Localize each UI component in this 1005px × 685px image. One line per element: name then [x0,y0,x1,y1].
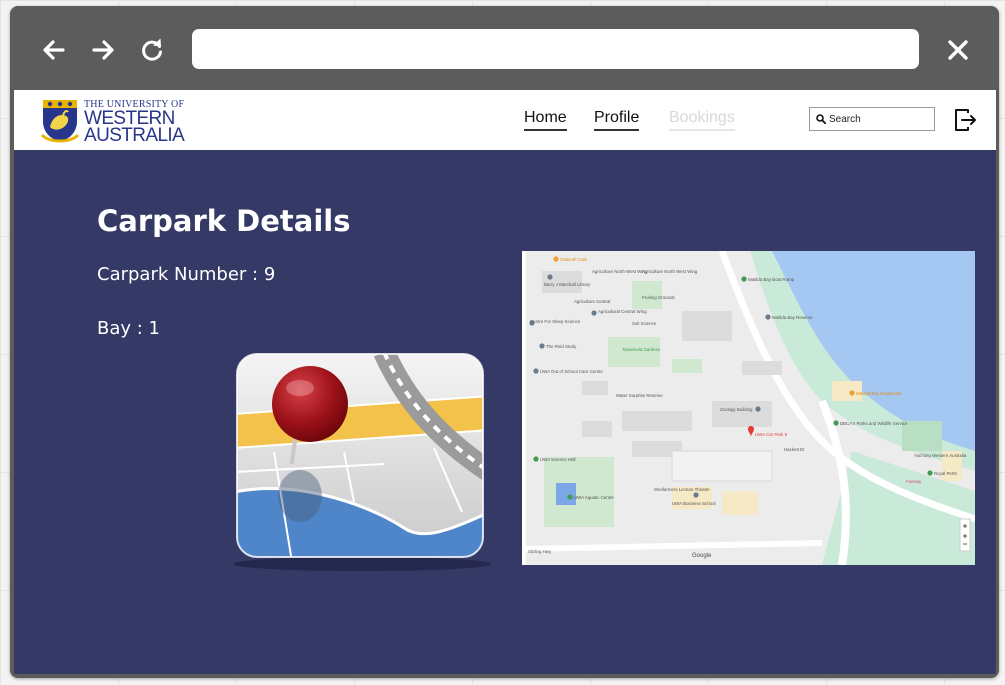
carpark-number: Carpark Number : 9 [97,264,276,285]
map-label-science-hall: UWA Science Hall [540,457,575,462]
map-label-carpark: UWA Car Park 9 [755,432,788,437]
logout-icon[interactable] [954,107,978,133]
site-header: THE UNIVERSITY OF WESTERN AUSTRALIA Home… [14,90,996,150]
arrow-right-icon[interactable] [89,36,117,64]
map-label-ag-south: Agriculture North West Wing [592,269,648,274]
map-label-oosh: UWA Out of School Care Centre [540,369,603,374]
map-label-ag-central: Agriculture Central [574,299,610,304]
map-label-hackett: Hackett Dr [784,447,805,452]
bay-number: Bay : 1 [97,318,160,339]
map-label-aquatic: UWA Aquatic Centre [574,495,614,500]
crest-icon [40,100,80,143]
map-label-study: The Reid Study [546,344,577,349]
maps-pin-icon [234,353,490,571]
map-label-restaurant: Matilda Bay Restaurant [856,391,902,396]
map-label-agri-wing: Agricultural Central Wing [598,309,647,314]
nav-profile[interactable]: Profile [594,109,640,131]
map-label-library: Barry J Marshall Library [544,282,591,287]
map-label-gardens: Tanaenola Gardens [622,347,661,352]
uwa-logo[interactable]: THE UNIVERSITY OF WESTERN AUSTRALIA [40,97,185,145]
map-label-dbca: DBCA's Parks and Wildlife Service [840,421,908,426]
page-viewport: THE UNIVERSITY OF WESTERN AUSTRALIA Home… [14,90,996,674]
map-label-fairway: Fairway [906,479,922,484]
map-google-logo: Google [692,553,712,559]
browser-window: THE UNIVERSITY OF WESTERN AUSTRALIA Home… [10,6,999,678]
map-label-theatre: Wesfarmers Lecture Theatre [654,487,710,492]
reload-icon[interactable] [138,36,166,64]
map-label-matilda-boat: Matilda Bay Boat Ramp [748,277,795,282]
map-label-fruiting: Fruiting Grounds [642,295,676,300]
logo-line3: AUSTRALIA [84,125,185,146]
campus-map[interactable]: Oakcroft Cafe Agriculture North West Win… [522,251,975,565]
map-label-visit: Water Surprise Reserve [616,393,663,398]
map-label-ag-north: Agriculture North West Wing [642,269,698,274]
url-bar[interactable] [192,29,919,69]
map-label-matilda-res: Matilda Bay Reserve [772,315,813,320]
nav-bookings[interactable]: Bookings [669,109,735,131]
search-icon [816,114,826,124]
map-label-sleep: Centre For Sleep Science [530,319,581,324]
map-label-soil: Soil Science [632,321,657,326]
arrow-left-icon[interactable] [40,36,68,64]
map-label-yacht: Yachting Western Australia [914,453,967,458]
map-label-business: UWA Business School [672,501,716,506]
map-label-royal-perth: Royal Perth [934,471,957,476]
search-input[interactable] [829,110,929,128]
nav-home[interactable]: Home [524,109,567,131]
map-label-zoology: Zoology Building [720,407,753,412]
map-label-stirling: Stirling Hwy [528,549,552,554]
map-zoom-controls[interactable] [959,518,971,552]
close-icon[interactable] [945,37,971,63]
page-title: Carpark Details [97,204,351,238]
map-label-cafe: Oakcroft Cafe [560,257,588,262]
search-box[interactable] [809,107,935,131]
